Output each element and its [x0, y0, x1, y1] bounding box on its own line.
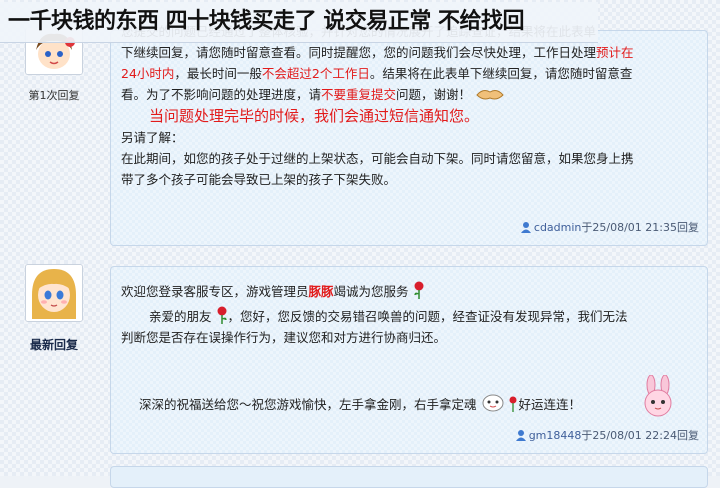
reply-bubble: 欢迎您登录客服专区，游戏管理员豚豚竭诚为您服务 亲爱的朋友 ，您好，您反馈的交易…: [110, 266, 708, 454]
admin-name: 豚豚: [308, 284, 334, 299]
reply-meta: cdadmin于25/08/01 21:35回复: [520, 217, 699, 238]
wish-line: 深深的祝福送给您～祝您游戏愉快，左手拿金刚，右手拿定魂 好运连连！: [111, 392, 707, 415]
rose-icon: [217, 306, 227, 324]
reply-text-line: 24小时内，最长时间一般不会超过2个工作日。结果将在此表单下继续回复，请您随时留…: [121, 66, 633, 81]
rose-icon: [509, 396, 517, 412]
user-icon: [515, 430, 526, 441]
doll-avatar-icon: [26, 265, 82, 321]
reply-text-line: 下继续回复，请您随时留意查看。同时提醒您，您的问题我们会尽快处理，工作日处理预计…: [121, 45, 634, 60]
floor-label: 第1次回复: [28, 89, 80, 102]
reply-meta: gm18448于25/08/01 22:24回复: [515, 425, 699, 446]
reply-text-line: 看。为了不影响问题的处理进度，请不要重复提交问题，谢谢！: [111, 84, 707, 105]
reply-bubble: 您提交的问题已经通过了整体核验，并针对您的情况展开了追踪查证，结果将在此表单 下…: [110, 24, 708, 246]
sheep-icon: [482, 394, 503, 412]
reply-text-line: 亲爱的朋友 ，您好，您反馈的交易错召唤兽的问题，经查证没有发现异常，我们无法: [111, 306, 707, 327]
user-icon: [520, 222, 531, 233]
author-column: 最新回复: [22, 264, 86, 353]
greeting-line: 欢迎您登录客服专区，游戏管理员豚豚竭诚为您服务: [111, 281, 707, 302]
reply-text-line: 判断您是否存在误操作行为，建议您和对方进行协商归还。: [121, 330, 447, 345]
reply-text-line: 带了多个孩子可能会导致已上架的孩子下架失败。: [121, 172, 397, 187]
bunny-icon: [644, 375, 672, 417]
floor-label-latest: 最新回复: [29, 338, 78, 352]
page-title-banner: 一千块钱的东西 四十块钱买走了 说交易正常 不给找回: [0, 2, 598, 43]
rose-icon: [413, 281, 424, 299]
reply-author[interactable]: gm18448: [529, 429, 582, 442]
reply-text-line: 在此期间，如您的孩子处于过继的上架状态，可能会自动下架。同时请您留意，如果您身上…: [121, 151, 634, 166]
reply-author[interactable]: cdadmin: [534, 221, 582, 234]
reply-text-line: 另请了解：: [121, 130, 184, 145]
next-reply-bubble-partial: [110, 466, 708, 488]
avatar: [25, 264, 83, 322]
sms-notice: 当问题处理完毕的时候，我们会通过短信通知您。: [149, 107, 480, 125]
handshake-icon: [476, 90, 504, 100]
